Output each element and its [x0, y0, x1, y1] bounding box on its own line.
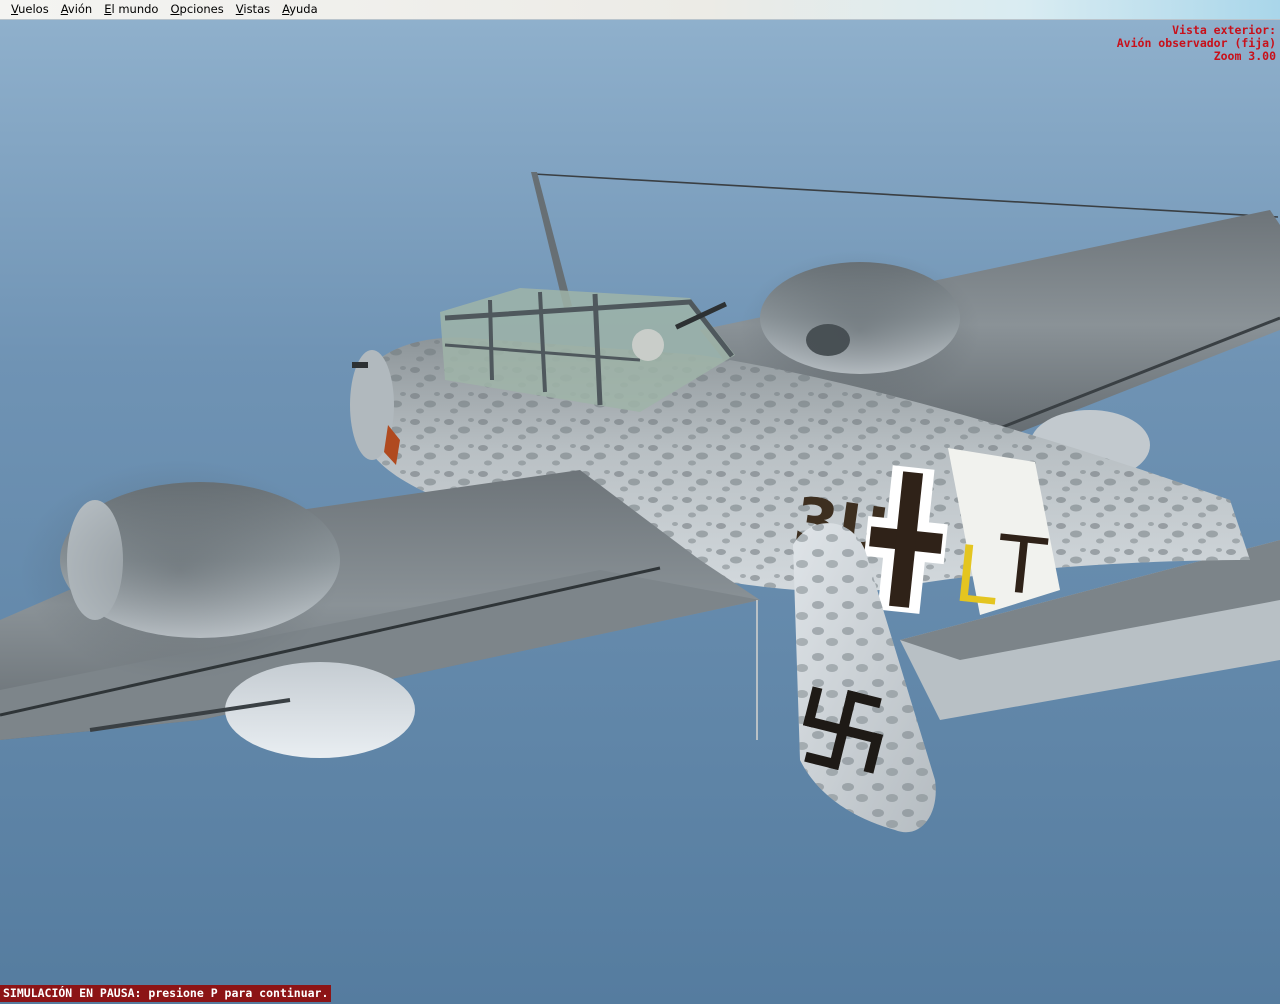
pause-banner: SIMULACIÓN EN PAUSA: presione P para con… [0, 985, 332, 1002]
menu-opciones[interactable]: Opciones [164, 0, 229, 19]
view-info-overlay: Vista exterior: Avión observador (fija) … [1117, 24, 1276, 63]
simulator-viewport[interactable]: 3U L T [0, 20, 1280, 1004]
zoom-level-label: Zoom 3.00 [1213, 49, 1276, 63]
menu-el-mundo[interactable]: El mundo [98, 0, 164, 19]
menu-avion[interactable]: Avión [55, 0, 99, 19]
unit-letter-t: T [992, 519, 1050, 614]
menu-ayuda[interactable]: Ayuda [276, 0, 324, 19]
menu-vistas[interactable]: Vistas [230, 0, 276, 19]
menu-vuelos[interactable]: Vuelos [5, 0, 55, 19]
menu-bar: Vuelos Avión El mundo Opciones Vistas Ay… [0, 0, 1280, 20]
scene-render: 3U L T [0, 20, 1280, 1004]
